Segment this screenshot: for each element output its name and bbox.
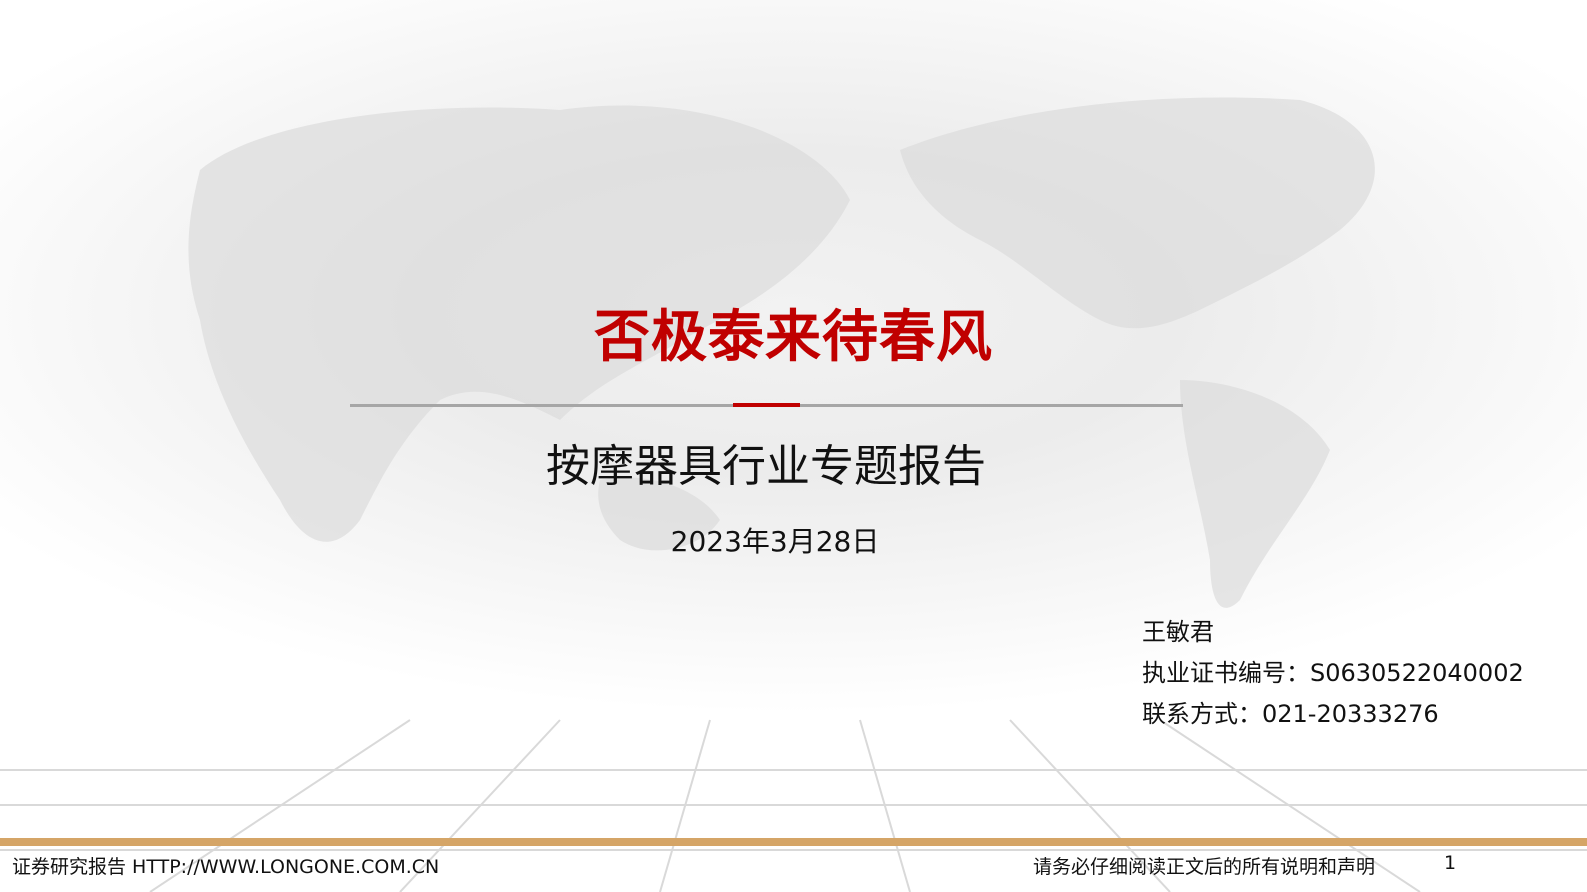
footer-bar	[0, 838, 1587, 846]
report-date: 2023年3月28日	[670, 525, 880, 558]
report-subtitle: 按摩器具行业专题报告	[546, 441, 986, 492]
divider-accent	[733, 403, 800, 407]
author-contact: 联系方式：021-20333276	[1142, 700, 1439, 728]
author-name: 王敏君	[1142, 618, 1214, 646]
report-title: 否极泰来待春风	[594, 305, 993, 370]
page-number: 1	[1444, 852, 1457, 874]
footer-left: 证券研究报告 HTTP://WWW.LONGONE.COM.CN	[12, 856, 440, 878]
author-license: 执业证书编号：S0630522040002	[1142, 659, 1524, 687]
footer-disclaimer: 请务必仔细阅读正文后的所有说明和声明	[1033, 856, 1376, 878]
author-block: 王敏君 执业证书编号：S0630522040002 联系方式：021-20333…	[1142, 612, 1524, 735]
